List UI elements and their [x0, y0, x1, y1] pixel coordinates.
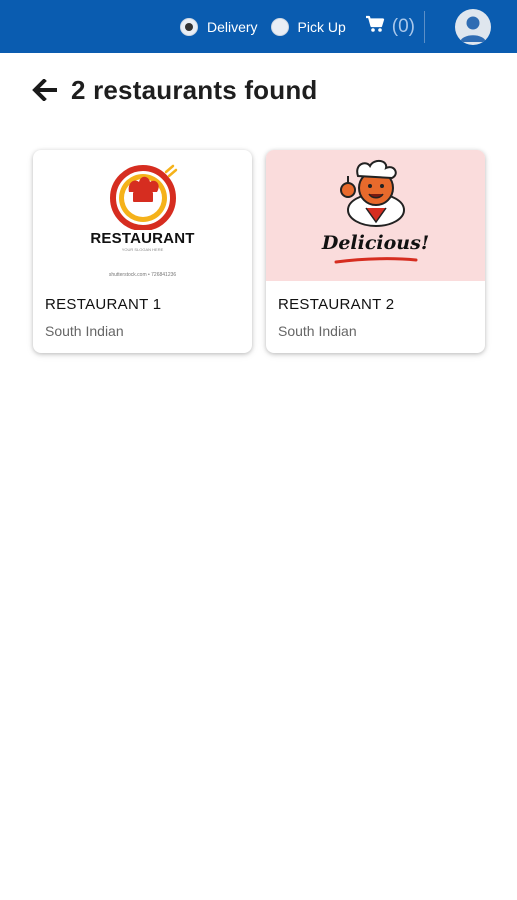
- cart-button[interactable]: (0): [365, 15, 415, 38]
- restaurant-card[interactable]: Delicious! RESTAURANT 2 South Indian: [266, 150, 485, 353]
- page-title: 2 restaurants found: [71, 74, 318, 105]
- cart-count: (0): [391, 15, 415, 37]
- restaurant-logo: Delicious!: [266, 150, 485, 281]
- avatar[interactable]: [455, 8, 491, 45]
- delivery-radio[interactable]: [179, 17, 198, 36]
- pickup-label: Pick Up: [297, 18, 346, 35]
- topbar-divider: [424, 10, 425, 43]
- user-avatar-icon: [460, 16, 486, 42]
- restaurant-name: RESTAURANT 1: [45, 296, 162, 313]
- restaurant-name: RESTAURANT 2: [278, 296, 395, 313]
- logo-slogan: YOUR SLOGAN HERE: [121, 247, 164, 252]
- chef-hat-logo-icon: [110, 164, 178, 230]
- delivery-label: Delivery: [206, 18, 258, 35]
- cart-icon: [365, 15, 385, 38]
- restaurant-card[interactable]: RESTAURANT YOUR SLOGAN HERE shutterstock…: [33, 150, 252, 353]
- pickup-radio[interactable]: [270, 17, 289, 36]
- underline-swoosh-icon: [334, 257, 418, 264]
- restaurant-logo: RESTAURANT YOUR SLOGAN HERE shutterstock…: [33, 150, 252, 281]
- logo-footer: shutterstock.com • 726841236: [108, 272, 177, 278]
- back-button[interactable]: [32, 76, 60, 104]
- results-header: 2 restaurants found: [32, 72, 318, 108]
- chef-mascot-icon: [340, 160, 405, 227]
- logo-text: Delicious!: [321, 232, 430, 254]
- restaurant-cuisine: South Indian: [45, 323, 124, 339]
- logo-text: RESTAURANT: [90, 230, 195, 247]
- top-bar: Delivery Pick Up (0): [0, 0, 517, 53]
- delivery-option[interactable]: Delivery: [179, 17, 258, 36]
- pickup-option[interactable]: Pick Up: [270, 17, 346, 36]
- restaurant-cuisine: South Indian: [278, 323, 357, 339]
- arrow-left-icon: [32, 79, 57, 101]
